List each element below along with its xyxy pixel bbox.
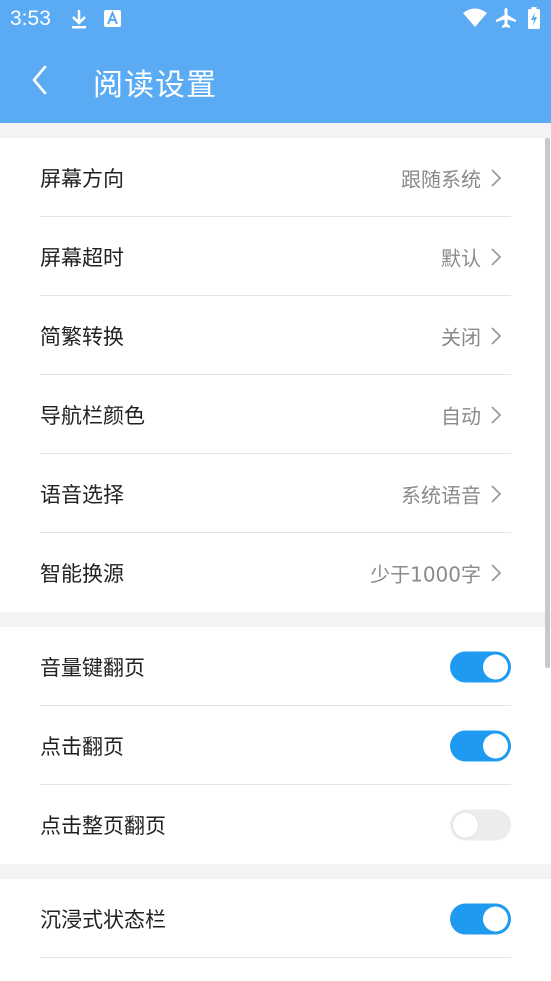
volume-key-page-turn-toggle[interactable] bbox=[450, 651, 511, 682]
settings-section-general: 屏幕方向 跟随系统 屏幕超时 默认 简繁转换 关闭 导航栏颜色 自动 语音选择 … bbox=[0, 138, 551, 612]
setting-value: 自动 bbox=[441, 404, 481, 428]
setting-value: 关闭 bbox=[441, 325, 481, 349]
setting-label: 点击翻页 bbox=[40, 734, 124, 759]
chevron-right-icon bbox=[491, 168, 502, 187]
setting-smart-source-switch[interactable]: 智能换源 少于1000字 bbox=[0, 533, 551, 612]
chevron-right-icon bbox=[491, 326, 502, 345]
toggle-knob bbox=[483, 906, 508, 931]
setting-label: 导航栏颜色 bbox=[40, 403, 145, 428]
wifi-icon bbox=[463, 8, 487, 27]
immersive-status-bar-toggle[interactable] bbox=[450, 903, 511, 934]
tap-page-turn-toggle[interactable] bbox=[450, 730, 511, 761]
setting-screen-timeout[interactable]: 屏幕超时 默认 bbox=[0, 217, 551, 296]
setting-value: 系统语音 bbox=[401, 483, 481, 507]
battery-charging-icon bbox=[528, 7, 540, 29]
setting-label: 音量键翻页 bbox=[40, 655, 145, 680]
divider bbox=[40, 957, 511, 958]
chevron-right-icon bbox=[491, 484, 502, 503]
tap-full-page-turn-toggle[interactable] bbox=[450, 809, 511, 840]
setting-immersive-status-bar: 沉浸式状态栏 bbox=[0, 879, 551, 958]
app-header: 3:53 阅读设置 bbox=[0, 0, 551, 123]
setting-value: 默认 bbox=[441, 246, 481, 270]
setting-label: 屏幕方向 bbox=[40, 166, 124, 191]
settings-section-display: 沉浸式状态栏 bbox=[0, 879, 551, 981]
chevron-right-icon bbox=[491, 563, 502, 582]
download-icon bbox=[72, 10, 86, 29]
toggle-knob bbox=[483, 654, 508, 679]
setting-volume-key-page-turn: 音量键翻页 bbox=[0, 627, 551, 706]
setting-label: 沉浸式状态栏 bbox=[40, 907, 166, 932]
setting-value: 跟随系统 bbox=[401, 167, 481, 191]
setting-label: 智能换源 bbox=[40, 561, 124, 586]
page-title: 阅读设置 bbox=[93, 68, 217, 103]
setting-label: 语音选择 bbox=[40, 482, 124, 507]
chevron-right-icon bbox=[491, 247, 502, 266]
setting-tap-page-turn: 点击翻页 bbox=[0, 706, 551, 785]
airplane-icon bbox=[496, 8, 516, 28]
toggle-knob bbox=[483, 733, 508, 758]
status-bar: 3:53 bbox=[0, 0, 551, 38]
back-button[interactable] bbox=[26, 62, 56, 98]
setting-label: 简繁转换 bbox=[40, 324, 124, 349]
setting-value: 少于1000字 bbox=[370, 562, 481, 586]
settings-section-page-turn: 音量键翻页 点击翻页 点击整页翻页 bbox=[0, 627, 551, 864]
notification-a-icon bbox=[104, 10, 121, 27]
setting-chinese-conversion[interactable]: 简繁转换 关闭 bbox=[0, 296, 551, 375]
toggle-knob bbox=[453, 812, 478, 837]
setting-label: 点击整页翻页 bbox=[40, 813, 166, 838]
setting-tap-full-page-turn: 点击整页翻页 bbox=[0, 785, 551, 864]
status-time: 3:53 bbox=[10, 7, 51, 30]
chevron-right-icon bbox=[491, 405, 502, 424]
setting-voice-selection[interactable]: 语音选择 系统语音 bbox=[0, 454, 551, 533]
setting-navbar-color[interactable]: 导航栏颜色 自动 bbox=[0, 375, 551, 454]
setting-label: 屏幕超时 bbox=[40, 245, 124, 270]
setting-screen-orientation[interactable]: 屏幕方向 跟随系统 bbox=[0, 138, 551, 217]
scrollbar[interactable] bbox=[545, 138, 550, 668]
